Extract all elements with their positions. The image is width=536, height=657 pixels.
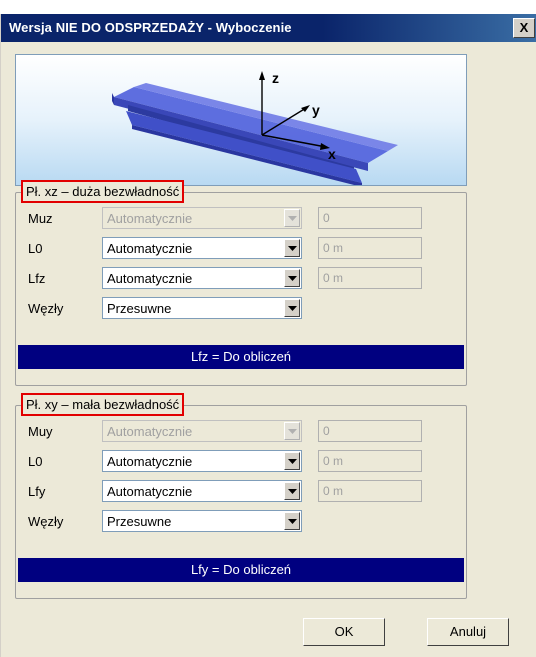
chevron-down-icon bbox=[284, 209, 300, 227]
l0-select-value: Automatycznie bbox=[107, 241, 193, 256]
nodes-select[interactable]: Przesuwne bbox=[102, 297, 302, 319]
muz-select: Automatycznie bbox=[102, 207, 302, 229]
chevron-down-icon[interactable] bbox=[284, 269, 300, 287]
beam-diagram: z y x bbox=[15, 54, 467, 187]
l0-field: 0 m bbox=[318, 450, 422, 472]
l0-select[interactable]: Automatycznie bbox=[102, 450, 302, 472]
plane-xz-group: Pł. xz – duża bezwładność Muz Automatycz… bbox=[15, 180, 467, 386]
x-axis-label: x bbox=[328, 146, 336, 162]
lfy-select[interactable]: Automatycznie bbox=[102, 480, 302, 502]
lfz-select-value: Automatycznie bbox=[107, 271, 193, 286]
plane-xy-legend: Pł. xy – mała bezwładność bbox=[21, 393, 185, 416]
plane-xz-legend: Pł. xz – duża bezwładność bbox=[21, 180, 185, 203]
nodes-select[interactable]: Przesuwne bbox=[102, 510, 302, 532]
lfy-select-value: Automatycznie bbox=[107, 484, 193, 499]
muy-select-value: Automatycznie bbox=[107, 424, 193, 439]
z-axis-label: z bbox=[272, 70, 279, 86]
lfy-label: Lfy bbox=[28, 484, 46, 499]
title-bar[interactable]: Wersja NIE DO ODSPRZEDAŻY - Wyboczenie X bbox=[1, 14, 536, 42]
muz-field-value: 0 bbox=[323, 211, 330, 225]
muy-label: Muy bbox=[28, 424, 53, 439]
lfy-field-value: 0 m bbox=[323, 484, 344, 498]
buckling-dialog: Wersja NIE DO ODSPRZEDAŻY - Wyboczenie X… bbox=[0, 14, 536, 657]
lfz-field: 0 m bbox=[318, 267, 422, 289]
muy-field: 0 bbox=[318, 420, 422, 442]
lfz-field-value: 0 m bbox=[323, 271, 344, 285]
l0-field-value: 0 m bbox=[323, 454, 344, 468]
lfz-select[interactable]: Automatycznie bbox=[102, 267, 302, 289]
l0-select[interactable]: Automatycznie bbox=[102, 237, 302, 259]
chevron-down-icon bbox=[284, 422, 300, 440]
close-button[interactable]: X bbox=[513, 18, 535, 38]
window-title: Wersja NIE DO ODSPRZEDAŻY - Wyboczenie bbox=[9, 20, 292, 35]
muy-select: Automatycznie bbox=[102, 420, 302, 442]
nodes-label: Węzły bbox=[28, 301, 64, 316]
l0-label: L0 bbox=[28, 454, 43, 469]
i-beam-illustration: z y x bbox=[112, 70, 398, 187]
muz-field: 0 bbox=[318, 207, 422, 229]
lfz-label: Lfz bbox=[28, 271, 46, 286]
lfz-status-bar: Lfz = Do obliczeń bbox=[18, 345, 464, 369]
cancel-button[interactable]: Anuluj bbox=[427, 618, 509, 646]
nodes-select-value: Przesuwne bbox=[107, 301, 172, 316]
l0-field-value: 0 m bbox=[323, 241, 344, 255]
chevron-down-icon[interactable] bbox=[284, 239, 300, 257]
button-row: OK Anuluj bbox=[1, 618, 536, 648]
l0-field: 0 m bbox=[318, 237, 422, 259]
muz-select-value: Automatycznie bbox=[107, 211, 193, 226]
chevron-down-icon[interactable] bbox=[284, 482, 300, 500]
y-axis-label: y bbox=[312, 102, 320, 118]
muy-field-value: 0 bbox=[323, 424, 330, 438]
nodes-label: Węzły bbox=[28, 514, 64, 529]
l0-select-value: Automatycznie bbox=[107, 454, 193, 469]
lfy-status-bar: Lfy = Do obliczeń bbox=[18, 558, 464, 582]
chevron-down-icon[interactable] bbox=[284, 512, 300, 530]
chevron-down-icon[interactable] bbox=[284, 299, 300, 317]
ok-button[interactable]: OK bbox=[303, 618, 385, 646]
chevron-down-icon[interactable] bbox=[284, 452, 300, 470]
muz-label: Muz bbox=[28, 211, 53, 226]
plane-xy-group: Pł. xy – mała bezwładność Muy Automatycz… bbox=[15, 393, 467, 599]
nodes-select-value: Przesuwne bbox=[107, 514, 172, 529]
l0-label: L0 bbox=[28, 241, 43, 256]
lfy-field: 0 m bbox=[318, 480, 422, 502]
